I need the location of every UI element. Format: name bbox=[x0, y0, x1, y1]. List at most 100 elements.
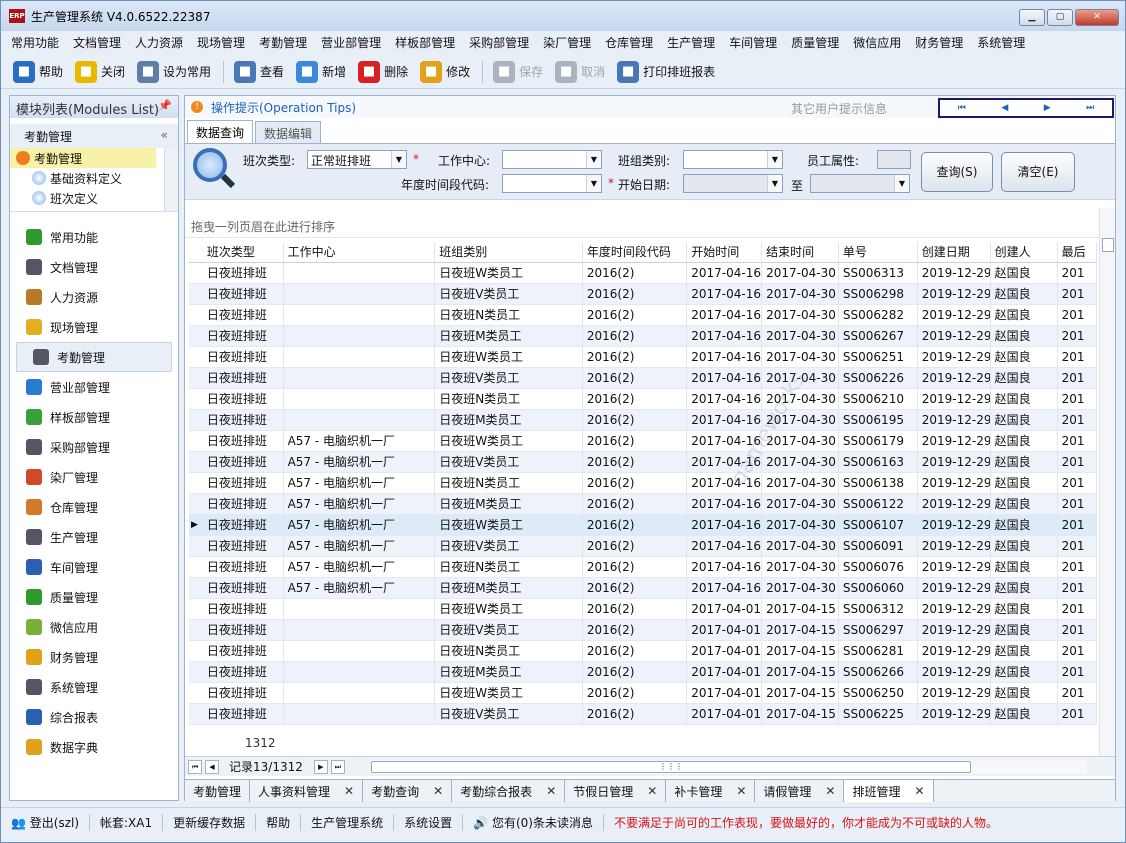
dropdown-arrow-icon[interactable]: ▼ bbox=[767, 151, 782, 168]
module-item[interactable]: 样板部管理 bbox=[10, 402, 178, 432]
document-tab[interactable]: 排班管理 ✕ bbox=[844, 780, 934, 802]
table-cell[interactable]: 2019-12-29 bbox=[918, 263, 991, 283]
module-item[interactable]: 车间管理 bbox=[10, 552, 178, 582]
table-cell[interactable]: 赵国良 bbox=[991, 431, 1058, 451]
column-header[interactable]: 创建人 bbox=[991, 242, 1058, 262]
table-row[interactable]: 日夜班排班 日夜班W类员工 2016(2) 2017-04-16 2017-04-30 S… bbox=[189, 347, 1097, 368]
table-cell[interactable]: 日夜班排班 bbox=[203, 431, 284, 451]
pager-button[interactable]: ◀ bbox=[1001, 103, 1008, 113]
table-cell[interactable]: SS006163 bbox=[839, 452, 918, 472]
table-cell[interactable]: 日夜班排班 bbox=[203, 452, 284, 472]
table-cell[interactable]: 2017-04-30 bbox=[762, 326, 839, 346]
table-cell[interactable]: 赵国良 bbox=[991, 389, 1058, 409]
table-cell[interactable]: 2017-04-16 bbox=[687, 494, 763, 514]
document-tab[interactable]: 考勤综合报表 ✕ bbox=[452, 780, 566, 802]
toolbar-button-cancel[interactable]: ■ 取消 bbox=[555, 60, 605, 83]
table-cell[interactable]: 201 bbox=[1058, 620, 1097, 640]
dropdown-arrow-icon[interactable]: ▼ bbox=[586, 175, 601, 192]
toolbar-button-edit-pencil[interactable]: ■ 修改 bbox=[420, 60, 470, 83]
table-cell[interactable]: 2017-04-16 bbox=[687, 284, 763, 304]
close-tab-icon[interactable]: ✕ bbox=[647, 784, 657, 798]
menu-item[interactable]: 车间管理 bbox=[729, 34, 777, 51]
table-cell[interactable]: 赵国良 bbox=[991, 347, 1058, 367]
table-cell[interactable] bbox=[284, 389, 436, 409]
table-cell[interactable] bbox=[284, 263, 436, 283]
module-item[interactable]: 染厂管理 bbox=[10, 462, 178, 492]
dropdown-arrow-icon[interactable]: ▼ bbox=[767, 175, 782, 192]
table-cell[interactable]: 日夜班排班 bbox=[203, 284, 284, 304]
table-cell[interactable]: 2017-04-30 bbox=[762, 284, 839, 304]
table-cell[interactable]: 2017-04-16 bbox=[687, 368, 763, 388]
table-cell[interactable]: SS006179 bbox=[839, 431, 918, 451]
module-item[interactable]: 文档管理 bbox=[10, 252, 178, 282]
table-cell[interactable]: 2019-12-29 bbox=[918, 536, 991, 556]
table-cell[interactable]: 日夜班排班 bbox=[203, 641, 284, 661]
column-header[interactable]: 班次类型 bbox=[203, 242, 284, 262]
table-cell[interactable]: 2017-04-01 bbox=[687, 620, 763, 640]
table-cell[interactable]: 2016(2) bbox=[583, 494, 688, 514]
table-cell[interactable]: A57 - 电脑织机一厂 bbox=[284, 536, 436, 556]
pager-button[interactable]: ▶ bbox=[1044, 103, 1051, 113]
table-cell[interactable]: SS006281 bbox=[839, 641, 918, 661]
table-cell[interactable]: 日夜班排班 bbox=[203, 620, 284, 640]
table-cell[interactable]: 赵国良 bbox=[991, 368, 1058, 388]
table-cell[interactable]: 日夜班V类员工 bbox=[435, 620, 583, 640]
toolbar-button-new-doc[interactable]: ■ 新增 bbox=[296, 60, 346, 83]
table-cell[interactable]: 日夜班排班 bbox=[203, 347, 284, 367]
table-cell[interactable]: 2019-12-29 bbox=[918, 326, 991, 346]
menu-item[interactable]: 营业部管理 bbox=[321, 34, 381, 51]
table-cell[interactable]: 日夜班排班 bbox=[203, 536, 284, 556]
close-button[interactable]: ✕ bbox=[1075, 9, 1119, 26]
grid-vertical-scrollbar[interactable] bbox=[1099, 208, 1115, 756]
table-row[interactable]: 日夜班排班 日夜班N类员工 2016(2) 2017-04-16 2017-04-30 S… bbox=[189, 389, 1097, 410]
group-type-select[interactable]: ▼ bbox=[683, 150, 783, 169]
close-tab-icon[interactable]: ✕ bbox=[736, 784, 746, 798]
tab-data-query[interactable]: 数据查询 bbox=[187, 120, 254, 143]
table-cell[interactable]: 赵国良 bbox=[991, 683, 1058, 703]
table-cell[interactable]: 日夜班排班 bbox=[203, 368, 284, 388]
table-cell[interactable]: SS006122 bbox=[839, 494, 918, 514]
table-cell[interactable]: 日夜班排班 bbox=[203, 704, 284, 724]
module-item[interactable]: 人力资源 bbox=[10, 282, 178, 312]
table-cell[interactable]: 2017-04-30 bbox=[762, 494, 839, 514]
maximize-button[interactable]: ▢ bbox=[1047, 9, 1073, 26]
table-cell[interactable]: 日夜班W类员工 bbox=[435, 263, 583, 283]
table-cell[interactable]: 日夜班M类员工 bbox=[435, 326, 583, 346]
table-cell[interactable]: 2019-12-29 bbox=[918, 494, 991, 514]
table-cell[interactable]: 2016(2) bbox=[583, 599, 688, 619]
table-cell[interactable]: 201 bbox=[1058, 263, 1097, 283]
document-tab[interactable]: 人事资料管理 ✕ bbox=[250, 780, 364, 802]
module-item[interactable]: 财务管理 bbox=[10, 642, 178, 672]
table-cell[interactable]: 201 bbox=[1058, 431, 1097, 451]
tree-node[interactable]: 考勤管理 bbox=[10, 148, 156, 168]
table-cell[interactable]: 201 bbox=[1058, 641, 1097, 661]
table-cell[interactable]: 2019-12-29 bbox=[918, 473, 991, 493]
table-cell[interactable]: 赵国良 bbox=[991, 620, 1058, 640]
table-row[interactable]: 日夜班排班 日夜班V类员工 2016(2) 2017-04-01 2017-04-15 S… bbox=[189, 620, 1097, 641]
table-cell[interactable]: 201 bbox=[1058, 683, 1097, 703]
table-cell[interactable]: 2016(2) bbox=[583, 683, 688, 703]
tab-data-edit[interactable]: 数据编辑 bbox=[255, 121, 322, 143]
table-cell[interactable]: 2016(2) bbox=[583, 578, 688, 598]
menu-item[interactable]: 质量管理 bbox=[791, 34, 839, 51]
table-cell[interactable]: SS006297 bbox=[839, 620, 918, 640]
table-row[interactable]: 日夜班排班 A57 - 电脑织机一厂 日夜班V类员工 2016(2) 2017-04-1… bbox=[189, 536, 1097, 557]
table-cell[interactable]: 2017-04-16 bbox=[687, 263, 763, 283]
table-cell[interactable]: SS006195 bbox=[839, 410, 918, 430]
table-cell[interactable]: 2019-12-29 bbox=[918, 578, 991, 598]
table-cell[interactable] bbox=[284, 410, 436, 430]
dropdown-arrow-icon[interactable]: ▼ bbox=[586, 151, 601, 168]
table-cell[interactable]: 2016(2) bbox=[583, 641, 688, 661]
table-cell[interactable]: 2019-12-29 bbox=[918, 704, 991, 724]
table-cell[interactable]: 2019-12-29 bbox=[918, 410, 991, 430]
table-cell[interactable]: 赵国良 bbox=[991, 662, 1058, 682]
menu-item[interactable]: 文档管理 bbox=[73, 34, 121, 51]
minimize-button[interactable]: ▁ bbox=[1019, 9, 1045, 26]
table-cell[interactable]: 赵国良 bbox=[991, 326, 1058, 346]
work-center-select[interactable]: ▼ bbox=[502, 150, 602, 169]
table-cell[interactable]: 2017-04-15 bbox=[762, 599, 839, 619]
pager-button[interactable]: ⏭ bbox=[1086, 103, 1094, 113]
document-tab[interactable]: 节假日管理 ✕ bbox=[565, 780, 667, 802]
table-cell[interactable]: 日夜班M类员工 bbox=[435, 494, 583, 514]
table-cell[interactable]: 2017-04-01 bbox=[687, 704, 763, 724]
